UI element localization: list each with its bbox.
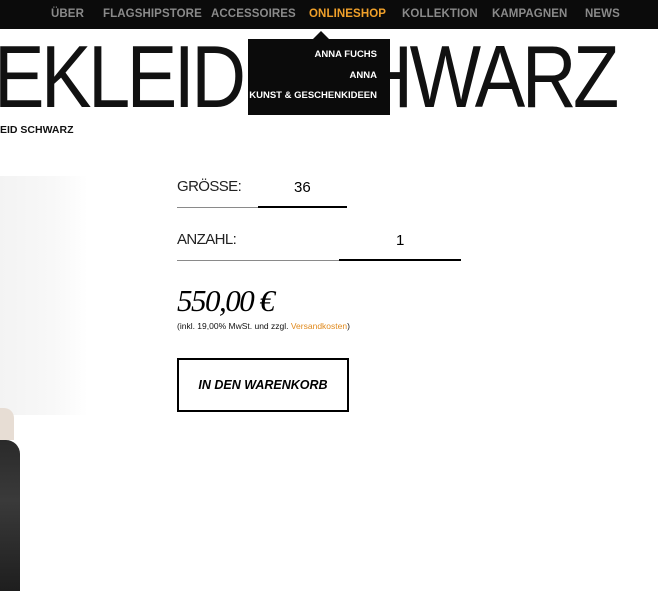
model-shoulder: [0, 408, 14, 440]
onlineshop-dropdown-menu: ANNA FUCHS ANNA KUNST & GESCHENKIDEEN: [248, 31, 390, 115]
product-price: 550,00 €: [177, 283, 275, 318]
nav-item-kampagnen[interactable]: KAMPAGNEN: [492, 0, 567, 29]
dropdown-item-anna-fuchs[interactable]: ANNA FUCHS: [315, 49, 377, 60]
quantity-value-underline: [339, 259, 461, 261]
model-dress: [0, 440, 20, 591]
nav-item-onlineshop[interactable]: ONLINESHOP: [309, 0, 386, 29]
nav-item-ueber[interactable]: ÜBER: [51, 0, 84, 29]
shipping-costs-link[interactable]: Versandkosten: [291, 321, 347, 331]
add-to-cart-label: IN DEN WARENKORB: [198, 378, 328, 392]
breadcrumb: EID SCHWARZ: [0, 124, 74, 136]
add-to-cart-button[interactable]: IN DEN WARENKORB: [177, 358, 349, 412]
product-image[interactable]: [0, 176, 88, 591]
tax-note: (inkl. 19,00% MwSt. und zzgl. Versandkos…: [177, 321, 350, 331]
quantity-underline: [177, 260, 339, 261]
size-value-underline: [258, 206, 347, 208]
nav-item-accessoires[interactable]: ACCESSOIRES: [211, 0, 296, 29]
dropdown-item-anna[interactable]: ANNA: [350, 70, 377, 81]
quantity-label: ANZAHL:: [177, 231, 237, 248]
quantity-input[interactable]: 1: [396, 232, 404, 249]
dropdown-caret-icon: [313, 31, 329, 39]
tax-note-suffix: ): [347, 321, 350, 331]
top-navigation: ÜBER FLAGSHIPSTORE ACCESSOIRES ONLINESHO…: [0, 0, 658, 29]
dropdown-item-kunst-geschenkideen[interactable]: KUNST & GESCHENKIDEEN: [249, 90, 377, 101]
size-select[interactable]: 36: [294, 179, 311, 196]
size-underline: [177, 207, 258, 208]
size-label: GRÖSSE:: [177, 178, 242, 195]
tax-note-prefix: (inkl. 19,00% MwSt. und zzgl.: [177, 321, 291, 331]
nav-item-flagshipstore[interactable]: FLAGSHIPSTORE: [103, 0, 202, 29]
nav-item-news[interactable]: NEWS: [585, 0, 620, 29]
nav-item-kollektion[interactable]: KOLLEKTION: [402, 0, 478, 29]
